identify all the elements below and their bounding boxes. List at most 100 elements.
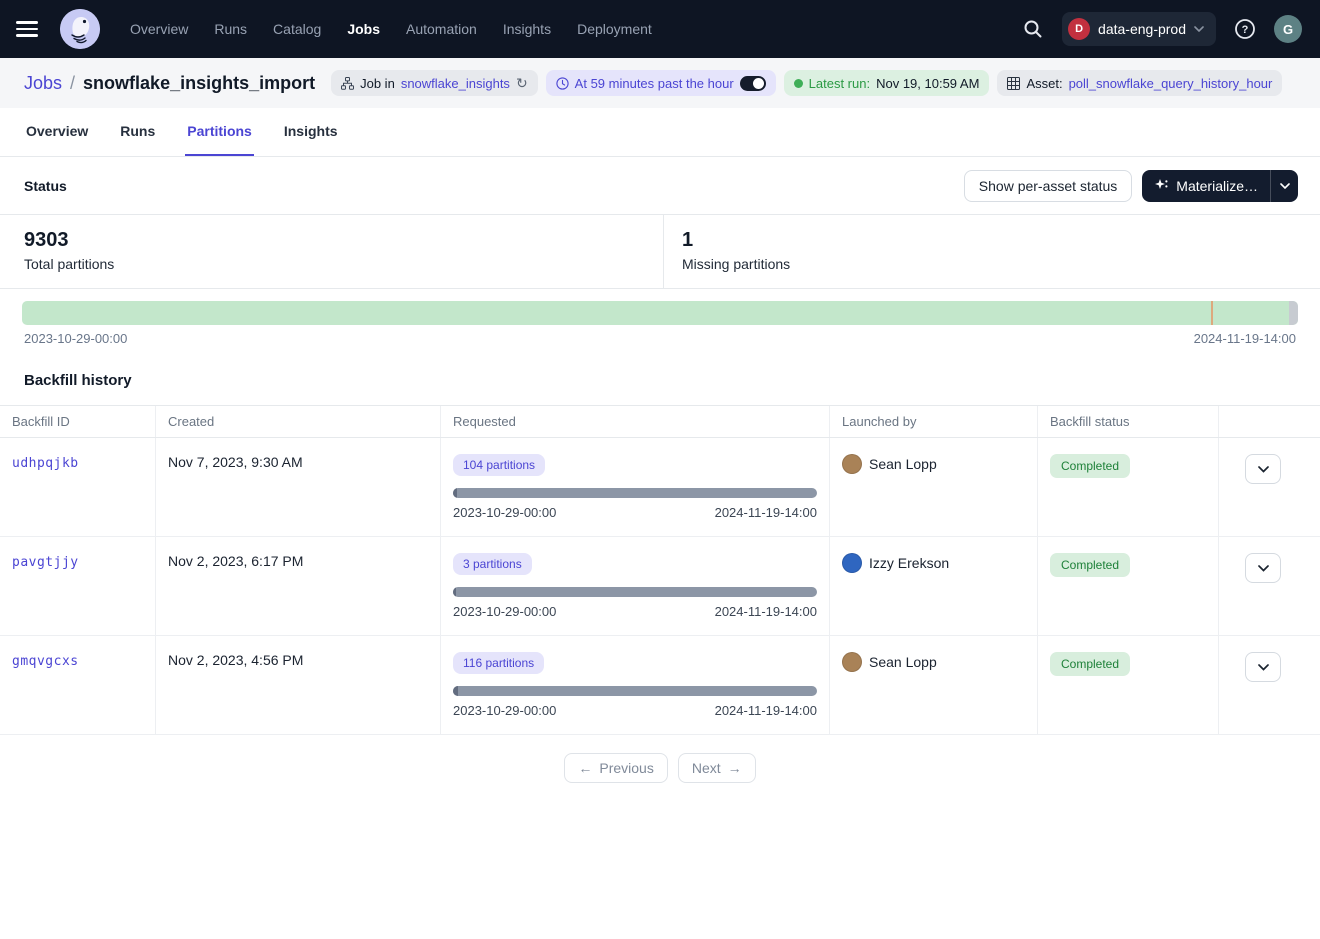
backfill-id-link[interactable]: pavgtjjy: [12, 555, 79, 570]
range-start: 2023-10-29-00:00: [453, 703, 556, 718]
show-per-asset-status-button[interactable]: Show per-asset status: [964, 170, 1133, 202]
breadcrumb-separator: /: [70, 73, 75, 94]
backfill-status-cell: Completed: [1037, 636, 1218, 734]
requested-partitions-badge: 3 partitions: [453, 553, 532, 575]
latest-run-label: Latest run:: [809, 76, 870, 91]
nav-item[interactable]: Overview: [130, 21, 188, 37]
asset-badge: Asset: poll_snowflake_query_history_hour: [997, 70, 1282, 96]
partition-health-bar[interactable]: [22, 301, 1298, 325]
schedule-toggle[interactable]: [740, 76, 766, 91]
job-badge-prefix: Job in: [360, 76, 395, 91]
sparkle-icon: [1154, 178, 1169, 193]
health-range-end: 2024-11-19-14:00: [1194, 331, 1296, 346]
deployment-switcher[interactable]: D data-eng-prod: [1062, 12, 1216, 46]
materialize-split-button: Materialize…: [1142, 170, 1298, 202]
backfill-table-body: udhpqjkb Nov 7, 2023, 9:30 AM 104 partit…: [0, 438, 1320, 735]
tab[interactable]: Partitions: [185, 109, 254, 156]
materialize-label: Materialize…: [1176, 178, 1258, 194]
arrow-right-icon: →: [728, 760, 742, 776]
backfill-history-title: Backfill history: [0, 346, 1320, 405]
launched-by-name: Sean Lopp: [869, 456, 937, 472]
latest-run-value[interactable]: Nov 19, 10:59 AM: [876, 76, 979, 91]
nav-item[interactable]: Automation: [406, 21, 477, 37]
latest-run-badge: Latest run: Nov 19, 10:59 AM: [784, 70, 990, 96]
column-header: Backfill status: [1037, 406, 1218, 437]
nav-item[interactable]: Insights: [503, 21, 551, 37]
status-badge: Completed: [1050, 454, 1130, 478]
chevron-down-icon: [1258, 565, 1269, 572]
next-page-button[interactable]: Next →: [678, 753, 756, 783]
range-end: 2024-11-19-14:00: [715, 604, 817, 619]
previous-page-button[interactable]: ← Previous: [564, 753, 667, 783]
help-icon[interactable]: ?: [1230, 14, 1260, 44]
chevron-down-icon: [1258, 664, 1269, 671]
backfill-id-cell: pavgtjjy: [0, 537, 155, 635]
dagster-logo-icon[interactable]: [60, 9, 100, 49]
column-header: Requested: [440, 406, 829, 437]
materialize-button[interactable]: Materialize…: [1142, 170, 1270, 202]
svg-text:?: ?: [1242, 24, 1249, 36]
deployment-badge: D: [1068, 18, 1090, 40]
actions-cell: [1218, 438, 1320, 536]
nav-item[interactable]: Deployment: [577, 21, 652, 37]
column-header: Backfill ID: [0, 406, 155, 437]
status-badge: Completed: [1050, 553, 1130, 577]
status-section-header: Status Show per-asset status Materialize…: [0, 157, 1320, 214]
job-tabs: Overview Runs Partitions Insights: [0, 108, 1320, 157]
next-label: Next: [692, 760, 721, 776]
nav-item[interactable]: Catalog: [273, 21, 321, 37]
search-icon[interactable]: [1018, 14, 1048, 44]
backfill-range-bar: [453, 686, 817, 696]
backfill-id-cell: gmqvgcxs: [0, 636, 155, 734]
requested-segment: [453, 488, 457, 498]
chevron-down-icon: [1280, 183, 1290, 189]
backfill-id-link[interactable]: udhpqjkb: [12, 456, 79, 471]
stat-label: Total partitions: [24, 256, 639, 272]
tab[interactable]: Runs: [118, 109, 157, 156]
requested-partitions-badge: 104 partitions: [453, 454, 545, 476]
materialize-dropdown-button[interactable]: [1270, 170, 1298, 202]
stat-value: 1: [682, 229, 1296, 252]
pagination: ← Previous Next →: [0, 735, 1320, 801]
launched-by-name: Sean Lopp: [869, 654, 937, 670]
requested-segment: [453, 587, 456, 597]
user-avatar[interactable]: G: [1274, 15, 1302, 43]
created-cell: Nov 2, 2023, 4:56 PM: [155, 636, 440, 734]
stat-cell: 9303 Total partitions: [0, 215, 663, 288]
job-group-link[interactable]: snowflake_insights: [401, 76, 510, 91]
row-expand-button[interactable]: [1245, 652, 1281, 682]
refresh-icon[interactable]: ↻: [516, 75, 528, 92]
stat-value: 9303: [24, 229, 639, 252]
launched-by-cell: Sean Lopp: [829, 438, 1037, 536]
requested-cell: 116 partitions 2023-10-29-00:00 2024-11-…: [440, 636, 829, 734]
missing-partition-segment: [1289, 301, 1298, 325]
range-end: 2024-11-19-14:00: [715, 505, 817, 520]
row-expand-button[interactable]: [1245, 553, 1281, 583]
row-expand-button[interactable]: [1245, 454, 1281, 484]
table-row: gmqvgcxs Nov 2, 2023, 4:56 PM 116 partit…: [0, 636, 1320, 735]
backfill-table-header: Backfill ID Created Requested Launched b…: [0, 405, 1320, 438]
menu-icon[interactable]: [16, 15, 44, 43]
asset-link[interactable]: poll_snowflake_query_history_hour: [1069, 76, 1273, 91]
backfill-status-cell: Completed: [1037, 438, 1218, 536]
table-row: udhpqjkb Nov 7, 2023, 9:30 AM 104 partit…: [0, 438, 1320, 537]
run-status-dot-icon: [794, 79, 803, 88]
backfill-id-link[interactable]: gmqvgcxs: [12, 654, 79, 669]
range-end: 2024-11-19-14:00: [715, 703, 817, 718]
nav-item[interactable]: Runs: [214, 21, 247, 37]
deployment-name: data-eng-prod: [1098, 21, 1186, 37]
stat-cell: 1 Missing partitions: [663, 215, 1320, 288]
backfill-range-bar: [453, 488, 817, 498]
graph-hierarchy-icon: [341, 77, 354, 90]
column-header: [1218, 406, 1320, 437]
breadcrumb-jobs-link[interactable]: Jobs: [24, 73, 62, 94]
user-avatar-icon: [842, 553, 862, 573]
user-avatar-icon: [842, 454, 862, 474]
tab[interactable]: Insights: [282, 109, 340, 156]
backfill-id-cell: udhpqjkb: [0, 438, 155, 536]
actions-cell: [1218, 636, 1320, 734]
page-title: snowflake_insights_import: [83, 73, 315, 94]
nav-item[interactable]: Jobs: [347, 21, 380, 37]
launched-by-cell: Sean Lopp: [829, 636, 1037, 734]
tab[interactable]: Overview: [24, 109, 90, 156]
